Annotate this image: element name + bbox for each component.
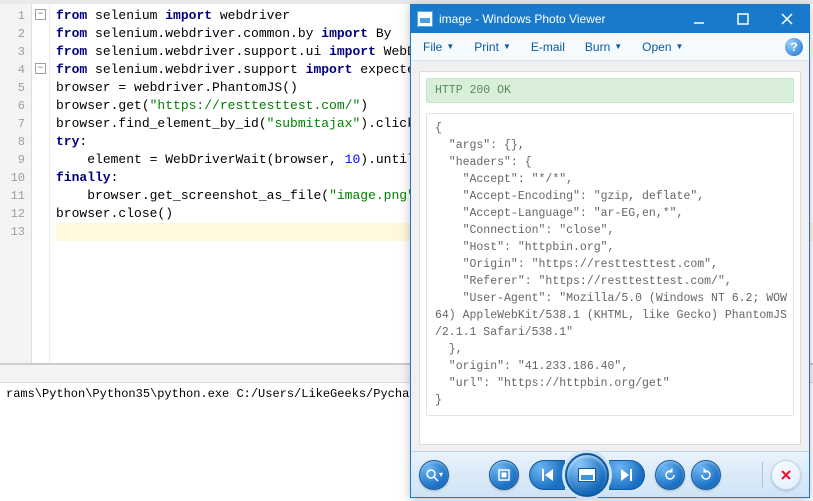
rotate-ccw-icon	[663, 468, 677, 482]
zoom-button[interactable]: ▾	[419, 460, 449, 490]
maximize-icon	[737, 13, 749, 25]
actual-size-button[interactable]	[489, 460, 519, 490]
chevron-down-icon: ▾	[439, 470, 443, 479]
fold-icon[interactable]: −	[35, 63, 46, 74]
fold-column: − −	[32, 4, 50, 363]
menu-print[interactable]: Print▼	[468, 37, 517, 57]
line-number: 8	[0, 133, 25, 151]
menu-file[interactable]: File▼	[417, 37, 460, 57]
help-icon: ?	[790, 40, 797, 54]
nav-cluster	[529, 453, 645, 497]
help-button[interactable]: ?	[785, 38, 803, 56]
line-number: 1	[0, 7, 25, 25]
line-number-gutter: 12345678910111213	[0, 4, 32, 363]
line-number: 3	[0, 43, 25, 61]
window-title: image - Windows Photo Viewer	[439, 12, 677, 26]
http-status-badge: HTTP 200 OK	[426, 78, 794, 103]
line-number: 9	[0, 151, 25, 169]
magnifier-icon	[425, 468, 439, 482]
chevron-down-icon: ▼	[676, 42, 684, 51]
app-icon	[417, 11, 433, 27]
slideshow-icon	[578, 468, 596, 482]
delete-x-icon	[779, 468, 793, 482]
line-number: 13	[0, 223, 25, 241]
response-json: { "args": {}, "headers": { "Accept": "*/…	[426, 113, 794, 416]
chevron-down-icon: ▼	[503, 42, 511, 51]
photo-viewer-window: image - Windows Photo Viewer File▼ Print…	[410, 4, 810, 498]
close-button[interactable]	[765, 5, 809, 33]
rotate-cw-icon	[699, 468, 713, 482]
line-number: 2	[0, 25, 25, 43]
menu-email[interactable]: E-mail	[525, 37, 571, 57]
image-page: HTTP 200 OK { "args": {}, "headers": { "…	[419, 71, 801, 445]
next-button[interactable]	[609, 460, 645, 490]
menu-burn[interactable]: Burn▼	[579, 37, 628, 57]
minimize-button[interactable]	[677, 5, 721, 33]
line-number: 4	[0, 61, 25, 79]
menubar: File▼ Print▼ E-mail Burn▼ Open▼ ?	[411, 33, 809, 61]
prev-button[interactable]	[529, 460, 565, 490]
line-number: 12	[0, 205, 25, 223]
rotate-cw-button[interactable]	[691, 460, 721, 490]
chevron-down-icon: ▼	[614, 42, 622, 51]
control-bar: ▾	[411, 451, 809, 497]
viewer-body: HTTP 200 OK { "args": {}, "headers": { "…	[411, 61, 809, 451]
minimize-icon	[693, 13, 705, 25]
divider	[762, 462, 763, 488]
menu-open[interactable]: Open▼	[636, 37, 689, 57]
fit-icon	[497, 468, 511, 482]
maximize-button[interactable]	[721, 5, 765, 33]
titlebar[interactable]: image - Windows Photo Viewer	[411, 5, 809, 33]
rotate-ccw-button[interactable]	[655, 460, 685, 490]
delete-button[interactable]	[771, 460, 801, 490]
line-number: 5	[0, 79, 25, 97]
line-number: 7	[0, 115, 25, 133]
line-number: 11	[0, 187, 25, 205]
fold-icon[interactable]: −	[35, 9, 46, 20]
close-icon	[781, 13, 793, 25]
chevron-down-icon: ▼	[446, 42, 454, 51]
slideshow-button[interactable]	[565, 453, 609, 497]
line-number: 6	[0, 97, 25, 115]
line-number: 10	[0, 169, 25, 187]
